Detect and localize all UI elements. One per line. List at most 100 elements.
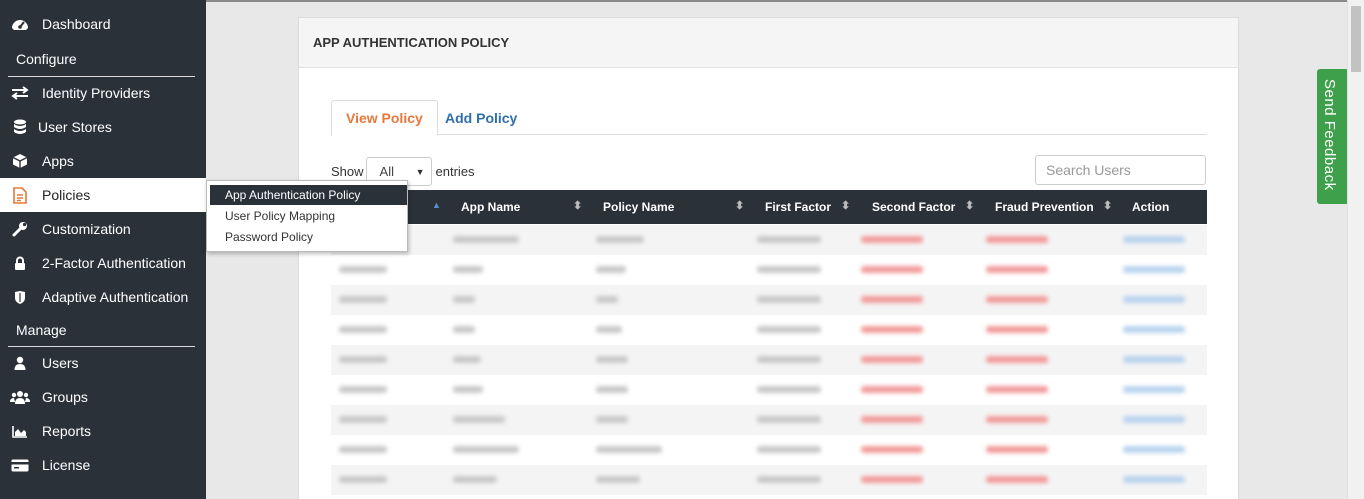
sidebar-item-apps[interactable]: Apps [0, 144, 206, 178]
blurred-action[interactable] [1123, 236, 1185, 243]
sidebar-item-label: Reports [42, 423, 92, 439]
sidebar: Dashboard Configure Identity Providers U… [0, 0, 206, 499]
blurred-action[interactable] [1123, 326, 1185, 333]
sort-icon[interactable]: ⬍ [573, 199, 582, 212]
wrench-icon [10, 219, 30, 239]
blurred-action[interactable] [1123, 416, 1185, 423]
blurred-cell [596, 476, 640, 483]
blurred-cell [861, 326, 923, 333]
blurred-cell [596, 296, 618, 303]
blurred-cell [453, 326, 475, 333]
sidebar-item-label: Groups [42, 389, 88, 405]
blurred-cell [339, 416, 387, 423]
dashboard-icon [10, 14, 30, 34]
blurred-action[interactable] [1123, 476, 1185, 483]
show-label: Show [331, 163, 364, 179]
blurred-action[interactable] [1123, 446, 1185, 453]
blurred-cell [757, 386, 821, 393]
sort-icon[interactable]: ⬍ [841, 199, 850, 212]
blurred-cell [986, 326, 1048, 333]
blurred-action[interactable] [1123, 356, 1185, 363]
sort-asc-icon[interactable]: ▲ [432, 200, 441, 210]
database-icon [10, 117, 30, 137]
credit-card-icon [10, 455, 30, 475]
blurred-cell [453, 266, 483, 273]
blurred-action[interactable] [1123, 386, 1185, 393]
sort-icon[interactable]: ⬍ [1103, 199, 1112, 212]
sort-icon[interactable]: ⬍ [735, 199, 744, 212]
sidebar-item-customization[interactable]: Customization [0, 212, 206, 246]
cube-icon [10, 151, 30, 171]
tab-add-policy[interactable]: Add Policy [431, 100, 531, 136]
document-icon [10, 185, 30, 205]
blurred-cell [757, 476, 821, 483]
col-second-factor[interactable]: Second Factor [872, 190, 955, 224]
blurred-cell [757, 296, 821, 303]
table-row [331, 255, 1207, 285]
sidebar-item-adaptive[interactable]: Adaptive Authentication [0, 280, 206, 314]
blurred-cell [861, 416, 923, 423]
sidebar-item-label: License [42, 457, 91, 473]
sidebar-item-user-stores[interactable]: User Stores [0, 110, 206, 144]
blurred-cell [986, 446, 1048, 453]
blurred-cell [861, 356, 923, 363]
sidebar-item-label: Dashboard [42, 16, 111, 32]
send-feedback-button[interactable]: Send Feedback [1317, 69, 1347, 204]
entries-label: entries [435, 163, 475, 179]
blurred-cell [986, 416, 1048, 423]
blurred-cell [339, 446, 387, 453]
table-row [331, 345, 1207, 375]
lock-icon [10, 253, 30, 273]
blurred-cell [596, 386, 628, 393]
blurred-cell [596, 266, 626, 273]
sidebar-item-2fa[interactable]: 2-Factor Authentication [0, 246, 206, 280]
card-title: APP AUTHENTICATION POLICY [299, 18, 1238, 68]
shield-icon [10, 287, 30, 307]
blurred-cell [861, 296, 923, 303]
blurred-cell [986, 236, 1048, 243]
entries-value: All [379, 163, 394, 179]
sidebar-item-policies[interactable]: Policies [0, 178, 206, 212]
blurred-cell [861, 476, 923, 483]
page-scrollbar[interactable] [1347, 0, 1364, 499]
tab-view-policy[interactable]: View Policy [331, 100, 438, 136]
sidebar-item-license[interactable]: License [0, 448, 206, 482]
blurred-action[interactable] [1123, 296, 1185, 303]
sidebar-item-dashboard[interactable]: Dashboard [0, 7, 206, 41]
blurred-cell [453, 476, 497, 483]
blurred-cell [861, 266, 923, 273]
menu-item-password-policy[interactable]: Password Policy [207, 227, 407, 247]
sidebar-item-users[interactable]: Users [0, 346, 206, 380]
blurred-cell [986, 386, 1048, 393]
col-app-name[interactable]: App Name [461, 190, 520, 224]
search-input[interactable]: Search Users [1035, 155, 1206, 185]
blurred-cell [596, 236, 644, 243]
feedback-label: Send Feedback [1321, 79, 1338, 191]
blurred-cell [339, 326, 387, 333]
table-row [331, 225, 1207, 255]
blurred-cell [861, 446, 923, 453]
group-icon [10, 387, 30, 407]
menu-item-user-policy-mapping[interactable]: User Policy Mapping [207, 206, 407, 226]
col-first-factor[interactable]: First Factor [765, 190, 831, 224]
table-row [331, 285, 1207, 315]
sidebar-item-groups[interactable]: Groups [0, 380, 206, 414]
scrollbar-thumb[interactable] [1351, 6, 1361, 72]
menu-item-app-auth-policy[interactable]: App Authentication Policy [210, 185, 407, 205]
section-configure: Configure [16, 51, 77, 67]
sidebar-item-label: User Stores [38, 119, 112, 135]
sidebar-item-identity-providers[interactable]: Identity Providers [0, 76, 206, 110]
blurred-action[interactable] [1123, 266, 1185, 273]
blurred-cell [757, 416, 821, 423]
col-policy-name[interactable]: Policy Name [603, 190, 674, 224]
blurred-cell [986, 476, 1048, 483]
col-fraud-prevention[interactable]: Fraud Prevention [995, 190, 1094, 224]
col-action[interactable]: Action [1132, 190, 1169, 224]
sort-icon[interactable]: ⬍ [965, 199, 974, 212]
table-row [331, 465, 1207, 495]
sidebar-item-label: Policies [42, 187, 91, 203]
user-icon [10, 353, 30, 373]
table-row [331, 375, 1207, 405]
sidebar-item-reports[interactable]: Reports [0, 414, 206, 448]
blurred-cell [339, 386, 387, 393]
